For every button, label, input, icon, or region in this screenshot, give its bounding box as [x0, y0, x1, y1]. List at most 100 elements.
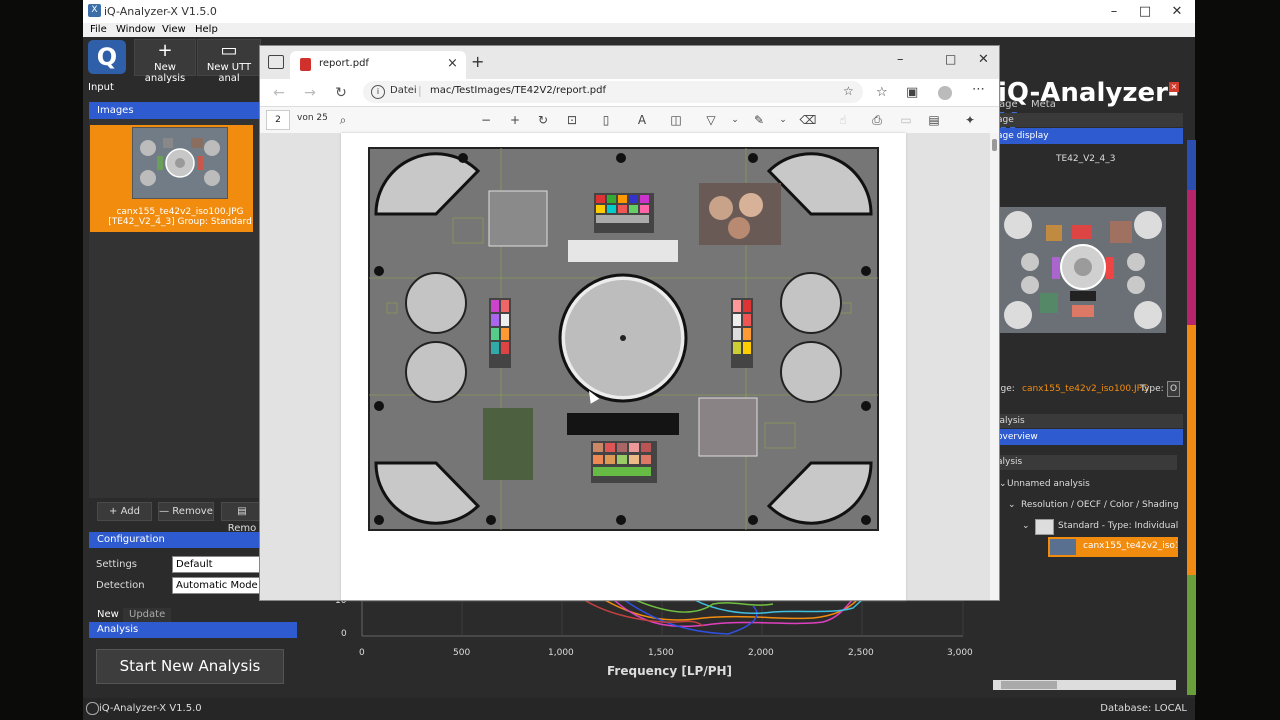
- forward-icon[interactable]: →: [299, 83, 321, 103]
- pdf-content-area[interactable]: [260, 133, 999, 600]
- url-box[interactable]: i Datei | mac/TestImages/TE42V2/report.p…: [363, 81, 863, 103]
- touch-icon[interactable]: ☝: [833, 110, 853, 130]
- highlight-dropdown-icon[interactable]: ⌄: [773, 110, 793, 130]
- y-tick-0: 0: [341, 629, 347, 639]
- status-app-icon: [86, 702, 99, 715]
- type-select[interactable]: O: [1167, 381, 1180, 397]
- x-tick: 3,000: [947, 648, 973, 658]
- image-subheader: age: [997, 113, 1183, 127]
- page-number-input[interactable]: 2: [266, 110, 290, 130]
- refresh-icon[interactable]: ↻: [330, 83, 352, 103]
- tab-image[interactable]: age: [999, 99, 1018, 110]
- pdf-scrollbar-thumb[interactable]: [992, 139, 997, 151]
- horizontal-scrollbar[interactable]: [993, 680, 1176, 690]
- decor-strip: [1187, 140, 1196, 190]
- tree-unnamed-analysis[interactable]: Unnamed analysis: [1007, 479, 1090, 489]
- image-preview: [1000, 207, 1166, 333]
- tree-chevron-icon[interactable]: ⌄: [1008, 500, 1016, 510]
- plus-icon: +: [157, 40, 173, 61]
- test-chart-thumbnail: [132, 127, 228, 199]
- save-icon[interactable]: ▭: [896, 110, 916, 130]
- draw-icon[interactable]: ▽: [701, 110, 721, 130]
- back-icon[interactable]: ←: [268, 83, 290, 103]
- add-label: Add: [120, 506, 140, 517]
- remove-label: Remove: [172, 506, 213, 517]
- analysis-header: Analysis: [89, 622, 297, 638]
- menu-file[interactable]: File: [90, 23, 107, 37]
- page-view-icon[interactable]: ▯: [596, 110, 616, 130]
- maximize-button[interactable]: □: [1130, 2, 1160, 22]
- new-analysis-button[interactable]: + New analysis: [134, 39, 196, 84]
- status-version: iQ-Analyzer-X V1.5.0: [99, 703, 202, 714]
- erase-icon[interactable]: ⌫: [798, 110, 818, 130]
- fit-page-icon[interactable]: ⊡: [562, 110, 582, 130]
- status-database: Database: LOCAL: [1100, 703, 1187, 714]
- draw-dropdown-icon[interactable]: ⌄: [725, 110, 745, 130]
- tab-meta[interactable]: Meta: [1031, 99, 1056, 110]
- info-icon[interactable]: i: [371, 85, 385, 99]
- tree-chevron-icon[interactable]: ⌄: [1022, 521, 1030, 531]
- maximize-icon[interactable]: □: [945, 52, 956, 66]
- tree-image-item[interactable]: canx155_te42v2_iso100: [1048, 537, 1178, 557]
- tree-resolution[interactable]: Resolution / OECF / Color / Shading: [1021, 500, 1179, 510]
- settings-select[interactable]: Default: [172, 556, 261, 573]
- test-chart-image: [368, 147, 879, 531]
- remove-button[interactable]: — Remove: [158, 502, 214, 521]
- save-as-icon[interactable]: ▤: [924, 110, 944, 130]
- pdf-toolbar: 2 von 25 ⌕ − + ↻ ⊡ ▯ A ◫ ▽ ⌄ ✎ ⌄ ⌫ ☝ ⎙ ▭…: [260, 106, 999, 134]
- x-tick: 0: [359, 648, 365, 658]
- detection-label: Detection: [96, 580, 145, 591]
- browser-tab[interactable]: report.pdf ×: [290, 51, 466, 79]
- address-bar-row: ← → ↻ i Datei | mac/TestImages/TE42V2/re…: [260, 79, 999, 106]
- pdf-scrollbar[interactable]: [990, 133, 999, 600]
- print-icon[interactable]: ⎙: [867, 110, 887, 130]
- close-button[interactable]: ✕: [1162, 2, 1192, 22]
- read-aloud-icon[interactable]: A: [632, 110, 652, 130]
- tree-chevron-icon[interactable]: ⌄: [999, 479, 1007, 489]
- menu-view[interactable]: View: [162, 23, 186, 37]
- pdf-page: [341, 133, 906, 600]
- add-button[interactable]: + Add: [97, 502, 152, 521]
- new-analysis-label: New analysis: [144, 62, 186, 84]
- close-window-icon[interactable]: ✕: [978, 52, 989, 67]
- menu-bar: File Window View Help: [83, 23, 1195, 37]
- rotate-icon[interactable]: ↻: [533, 110, 553, 130]
- pin-icon[interactable]: ✦: [960, 110, 980, 130]
- zoom-out-icon[interactable]: −: [476, 110, 496, 130]
- status-bar: iQ-Analyzer-X V1.5.0 Database: LOCAL: [83, 698, 1195, 720]
- new-utt-analysis-button[interactable]: ▭ New UTT anal: [197, 39, 261, 84]
- new-utt-label: New UTT anal: [206, 62, 252, 84]
- chart-name: TE42_V2_4_3: [1056, 154, 1116, 164]
- collections-icon[interactable]: ▣: [906, 85, 918, 100]
- tab-new[interactable]: New: [91, 608, 125, 622]
- tree-standard[interactable]: Standard - Type: Individual: [1058, 521, 1178, 531]
- close-panel-icon[interactable]: ×: [1169, 82, 1179, 92]
- close-tab-icon[interactable]: ×: [447, 56, 458, 71]
- profile-avatar[interactable]: [938, 86, 952, 100]
- menu-help[interactable]: Help: [195, 23, 218, 37]
- minimize-icon[interactable]: –: [897, 52, 904, 67]
- image-thumbnail-card[interactable]: canx155_te42v2_iso100.JPG [TE42_V2_4_3] …: [90, 125, 253, 232]
- new-tab-icon[interactable]: +: [471, 52, 484, 71]
- window-title: iQ-Analyzer-X V1.5.0: [104, 5, 217, 18]
- remove-all-button[interactable]: ▤ Remo: [221, 502, 263, 534]
- immersive-reader-icon[interactable]: ◫: [666, 110, 686, 130]
- tab-update[interactable]: Update: [123, 608, 172, 622]
- start-new-analysis-button[interactable]: Start New Analysis: [96, 649, 284, 684]
- thumb-filename: canx155_te42v2_iso100.JPG: [116, 207, 244, 217]
- scrollbar-thumb[interactable]: [1001, 681, 1057, 689]
- more-icon[interactable]: ⋯: [972, 82, 985, 97]
- tab-actions-icon[interactable]: [268, 55, 284, 69]
- x-tick: 1,000: [548, 648, 574, 658]
- detection-select[interactable]: Automatic Mode: [172, 577, 261, 594]
- favorite-icon[interactable]: ☆: [843, 84, 854, 98]
- overview-header: overview: [997, 429, 1183, 445]
- url-path: mac/TestImages/TE42V2/report.pdf: [430, 85, 606, 96]
- menu-window[interactable]: Window: [116, 23, 155, 37]
- highlight-icon[interactable]: ✎: [749, 110, 769, 130]
- search-icon[interactable]: ⌕: [333, 110, 353, 130]
- zoom-in-icon[interactable]: +: [505, 110, 525, 130]
- favorites-icon[interactable]: ☆: [876, 85, 888, 100]
- minimize-button[interactable]: –: [1099, 2, 1129, 22]
- x-tick: 2,500: [848, 648, 874, 658]
